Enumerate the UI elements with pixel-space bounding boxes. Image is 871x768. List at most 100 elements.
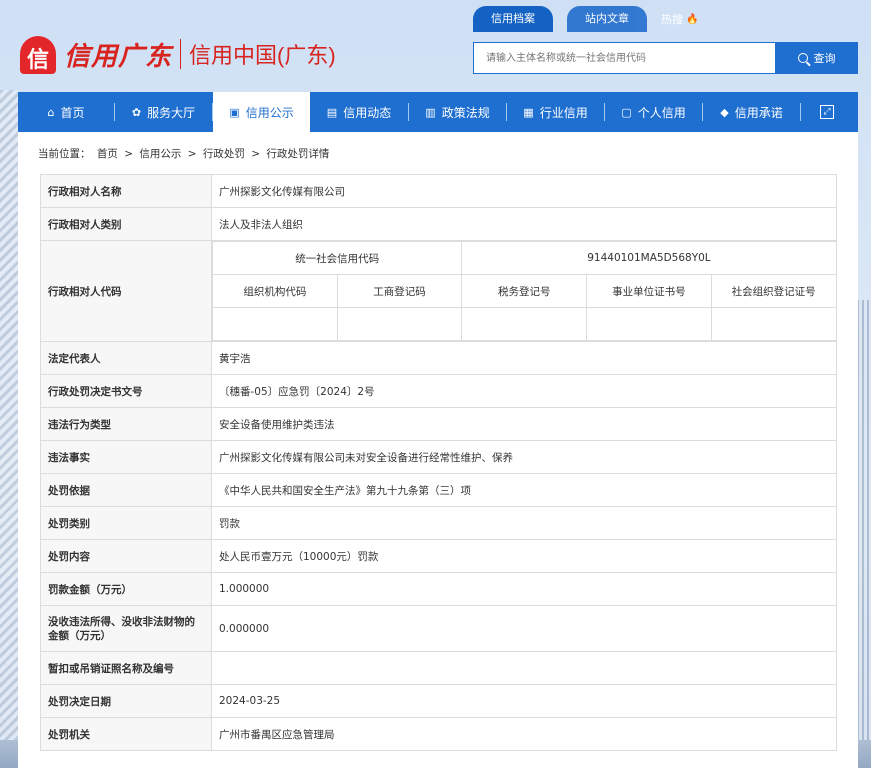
field-label: 处罚类别 [40, 506, 212, 540]
sub-header: 事业单位证书号 [586, 274, 712, 308]
code-subtable-cell: 统一社会信用代码 91440101MA5D568Y0L 组织机构代码 工商登记码… [211, 241, 837, 342]
nav-policy[interactable]: ▥ 政策法规 [409, 92, 506, 132]
search-icon [797, 53, 808, 63]
table-row: 处罚决定日期 2024-03-25 [40, 684, 837, 718]
sub-value [461, 307, 588, 341]
nav-credit-commitment-label: 信用承诺 [734, 105, 783, 120]
table-row: 没收违法所得、没收非法财物的金额（万元） 0.000000 [40, 605, 837, 652]
table-row: 暂扣或吊销证照名称及编号 [40, 651, 837, 685]
nav-personal-credit[interactable]: ▢ 个人信用 [605, 92, 702, 132]
field-label: 违法事实 [40, 440, 212, 474]
table-row: 违法事实 广州探影文化传媒有限公司未对安全设备进行经常性维护、保养 [40, 440, 837, 474]
grid-icon: ✿ [131, 105, 142, 119]
table-row: 行政处罚决定书文号 〔穗番-05〕应急罚〔2024〕2号 [40, 374, 837, 408]
nav-industry-credit[interactable]: ▦ 行业信用 [507, 92, 604, 132]
sub-value [336, 307, 463, 341]
table-row: 法定代表人 黄宇浩 [40, 341, 837, 375]
breadcrumb-admin-penalty[interactable]: 行政处罚 [203, 148, 245, 160]
sub-header: 统一社会信用代码 [211, 241, 463, 275]
fullscreen-button[interactable]: ⤢ [801, 92, 853, 132]
id-card-icon: ▢ [621, 105, 632, 119]
tab-site-articles[interactable]: 站内文章 [567, 6, 647, 32]
field-label: 行政相对人名称 [40, 174, 212, 208]
field-label: 处罚内容 [40, 539, 212, 573]
hot-search-link[interactable]: 热搜 🔥 [661, 11, 698, 27]
sub-header: 税务登记号 [461, 274, 588, 308]
main-nav: ⌂ 首页 ✿ 服务大厅 ▣ 信用公示 ▤ 信用动态 ▥ 政策法规 ▦ 行业信用 … [18, 92, 858, 132]
nav-service-hall[interactable]: ✿ 服务大厅 [115, 92, 212, 132]
table-row: 违法行为类型 安全设备使用维护类违法 [40, 407, 837, 441]
nav-credit-publicity[interactable]: ▣ 信用公示 [213, 92, 310, 132]
nav-home-label: 首页 [60, 105, 85, 120]
logo-title: 信用中国(广东) [189, 43, 336, 68]
sub-value: 91440101MA5D568Y0L [461, 241, 837, 275]
field-label: 处罚决定日期 [40, 684, 212, 718]
field-value [211, 651, 837, 685]
sub-value [212, 307, 338, 341]
table-row: 行政相对人类别 法人及非法人组织 [40, 207, 837, 241]
table-row: 处罚依据 《中华人民共和国安全生产法》第九十九条第（三）项 [40, 473, 837, 507]
field-value: 罚款 [211, 506, 837, 540]
table-row: 处罚机关 广州市番禺区应急管理局 [40, 717, 837, 751]
nav-personal-credit-label: 个人信用 [637, 105, 686, 120]
building-icon: ▦ [523, 105, 534, 119]
breadcrumb-credit-publicity[interactable]: 信用公示 [139, 148, 181, 160]
field-value: 〔穗番-05〕应急罚〔2024〕2号 [211, 374, 837, 408]
hot-search-label: 热搜 [661, 13, 683, 26]
field-value: 1.000000 [211, 572, 837, 606]
field-label: 罚款金额（万元） [40, 572, 212, 606]
sub-value [586, 307, 712, 341]
site-logo[interactable]: 信 信用广东 信用中国(广东) [18, 28, 336, 80]
breadcrumb-separator: > [251, 148, 260, 160]
table-row: 处罚内容 处人民币壹万元（10000元）罚款 [40, 539, 837, 573]
document-icon: ▤ [326, 105, 338, 119]
nav-home[interactable]: ⌂ 首页 [18, 92, 114, 132]
logo-script-text: 信用广东 [64, 41, 173, 72]
breadcrumb-current: 行政处罚详情 [266, 148, 330, 160]
field-value: 广州探影文化传媒有限公司 [211, 174, 837, 208]
field-value: 黄宇浩 [211, 341, 837, 375]
logo-emblem-icon: 信 [18, 32, 58, 76]
nav-credit-commitment[interactable]: ◆ 信用承诺 [703, 92, 800, 132]
logo-divider [180, 39, 182, 69]
flame-icon: 🔥 [686, 13, 699, 25]
table-row: 行政相对人名称 广州探影文化传媒有限公司 [40, 174, 837, 208]
search-input[interactable] [474, 43, 775, 73]
penalty-detail-table: 行政相对人名称 广州探影文化传媒有限公司 行政相对人类别 法人及非法人组织 行政… [40, 174, 837, 751]
search-button-label: 查询 [813, 52, 836, 65]
breadcrumb-label: 当前位置： [38, 148, 91, 160]
nav-credit-news-label: 信用动态 [343, 105, 392, 120]
home-icon: ⌂ [47, 105, 55, 119]
expand-icon: ⤢ [820, 105, 834, 119]
background-tower [0, 90, 18, 768]
top-tabs: 信用档案 站内文章 热搜 🔥 [473, 6, 698, 32]
shield-icon: ◆ [720, 105, 729, 119]
field-label: 处罚依据 [40, 473, 212, 507]
field-label: 法定代表人 [40, 341, 212, 375]
sub-value [710, 307, 837, 341]
book-icon: ▥ [425, 105, 436, 119]
field-label: 行政处罚决定书文号 [40, 374, 212, 408]
site-header: 信 信用广东 信用中国(广东) 信用档案 站内文章 热搜 🔥 查询 [0, 0, 871, 92]
sub-header: 组织机构代码 [212, 274, 338, 308]
field-value: 2024-03-25 [211, 684, 837, 718]
field-value: 处人民币壹万元（10000元）罚款 [211, 539, 837, 573]
field-value: 广州探影文化传媒有限公司未对安全设备进行经常性维护、保养 [211, 440, 837, 474]
breadcrumb-home[interactable]: 首页 [97, 148, 118, 160]
table-row: 处罚类别 罚款 [40, 506, 837, 540]
background-building [857, 300, 871, 768]
briefcase-icon: ▣ [229, 105, 240, 119]
search-button[interactable]: 查询 [775, 42, 858, 74]
breadcrumb-separator: > [124, 148, 133, 160]
field-label: 处罚机关 [40, 717, 212, 751]
nav-policy-label: 政策法规 [441, 105, 490, 120]
table-row: 行政相对人代码 统一社会信用代码 91440101MA5D568Y0L 组织机构… [40, 240, 837, 342]
field-label: 没收违法所得、没收非法财物的金额（万元） [40, 605, 212, 652]
nav-credit-news[interactable]: ▤ 信用动态 [310, 92, 408, 132]
tab-credit-archive[interactable]: 信用档案 [473, 6, 553, 32]
code-subtable: 统一社会信用代码 91440101MA5D568Y0L 组织机构代码 工商登记码… [211, 241, 837, 341]
table-row: 罚款金额（万元） 1.000000 [40, 572, 837, 606]
nav-industry-credit-label: 行业信用 [539, 105, 588, 120]
field-label: 违法行为类型 [40, 407, 212, 441]
breadcrumb: 当前位置： 首页 > 信用公示 > 行政处罚 > 行政处罚详情 [38, 146, 332, 161]
